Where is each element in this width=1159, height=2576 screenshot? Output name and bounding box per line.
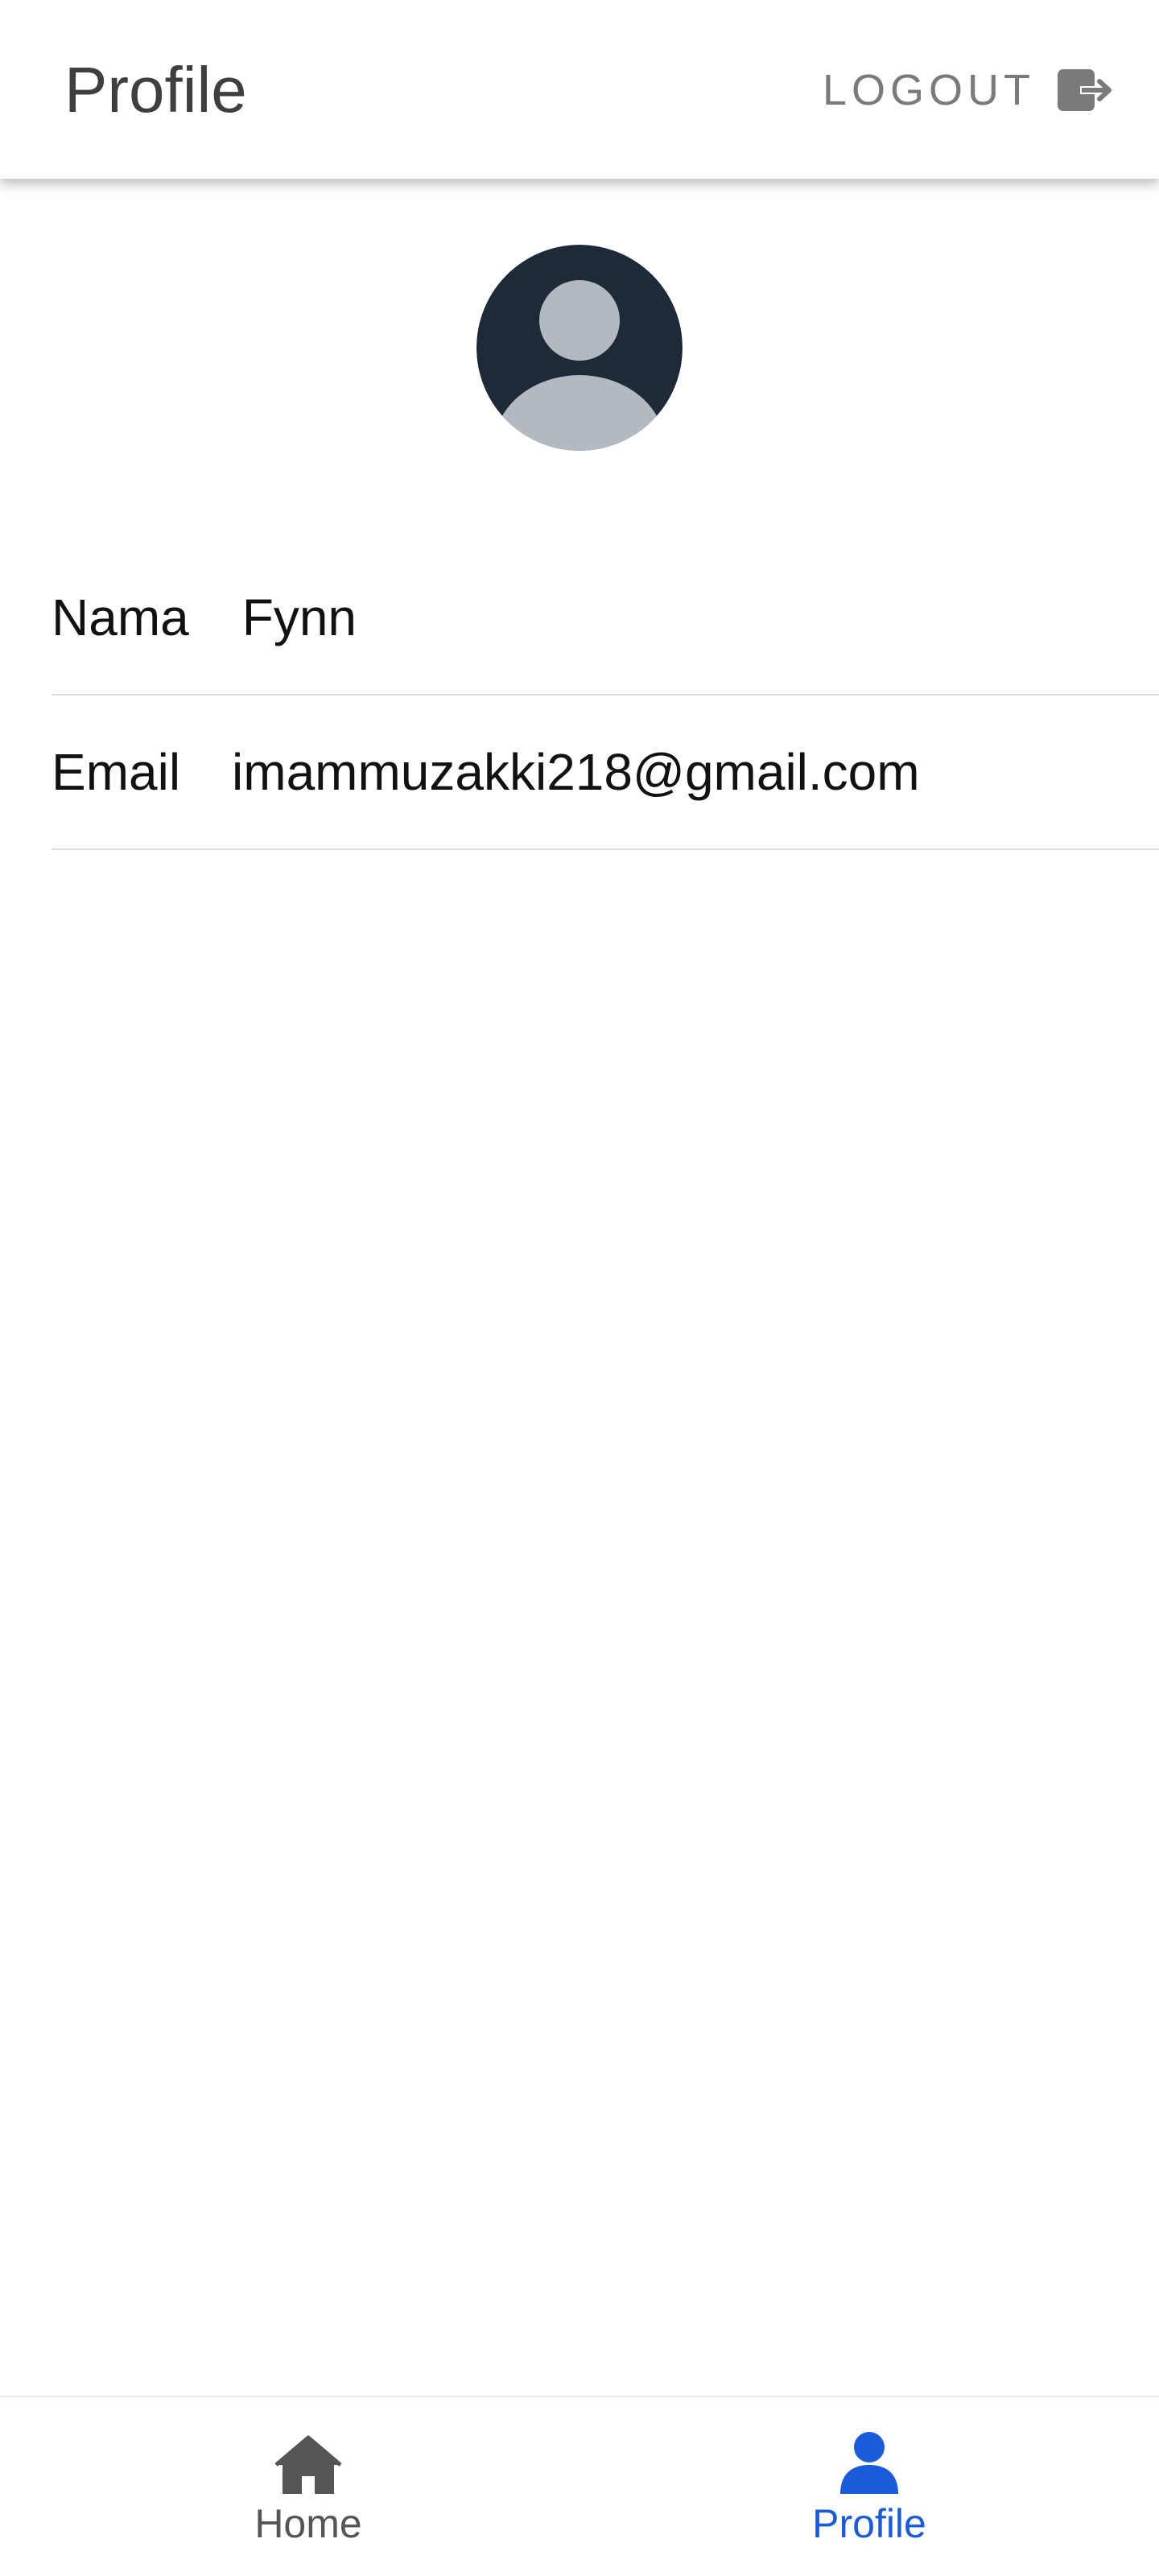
app-header: Profile LOGOUT — [0, 0, 1159, 179]
user-avatar-icon — [476, 245, 683, 451]
email-label: Email — [52, 743, 181, 801]
avatar — [476, 245, 683, 451]
profile-screen: Profile LOGOUT Nama Fynn Email imammuzak… — [0, 0, 1159, 2576]
name-value: Fynn — [241, 588, 357, 646]
nav-item-home[interactable]: Home — [0, 2397, 580, 2576]
nav-item-profile[interactable]: Profile — [580, 2397, 1159, 2576]
logout-button[interactable]: LOGOUT — [823, 68, 1114, 113]
nav-label-home: Home — [254, 2501, 362, 2546]
person-icon — [837, 2428, 901, 2496]
profile-info: Nama Fynn Email imammuzakki218@gmail.com — [52, 541, 1159, 850]
page-title: Profile — [64, 54, 247, 126]
home-icon — [274, 2428, 342, 2496]
logout-label: LOGOUT — [822, 66, 1035, 114]
email-value: imammuzakki218@gmail.com — [232, 743, 920, 801]
nav-label-profile: Profile — [812, 2501, 926, 2546]
bottom-navigation: Home Profile — [0, 2396, 1159, 2576]
name-label: Nama — [52, 588, 189, 646]
logout-icon — [1056, 68, 1114, 113]
info-row-email: Email imammuzakki218@gmail.com — [52, 696, 1159, 850]
info-row-name: Nama Fynn — [52, 541, 1159, 696]
